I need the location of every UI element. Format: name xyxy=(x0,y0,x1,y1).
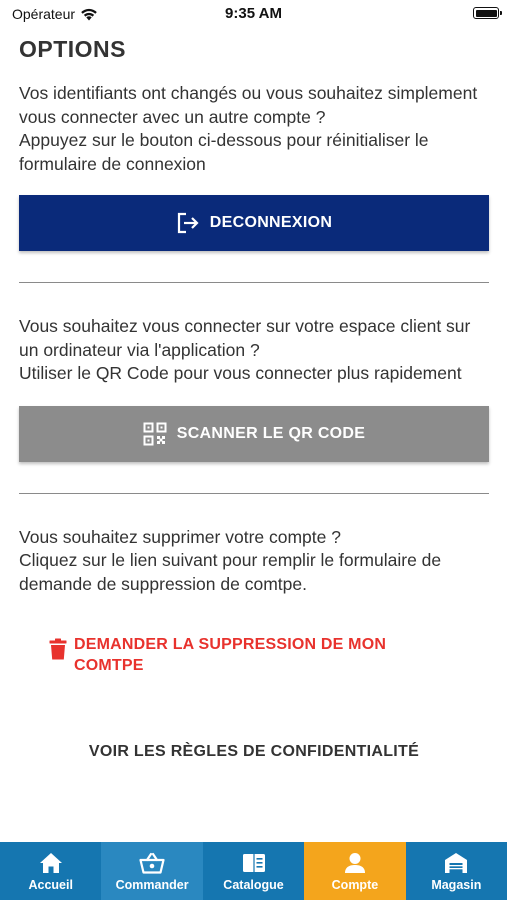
basket-icon xyxy=(139,852,165,874)
tab-label: Compte xyxy=(331,878,379,892)
battery-icon xyxy=(473,7,502,19)
delete-account-link[interactable]: DEMANDER LA SUPPRESSION DE MON COMTPE xyxy=(49,634,449,676)
delete-account-label: DEMANDER LA SUPPRESSION DE MON COMTPE xyxy=(74,636,387,674)
status-time: 9:35 AM xyxy=(225,5,282,22)
tab-accueil[interactable]: Accueil xyxy=(0,842,102,900)
tab-catalogue[interactable]: Catalogue xyxy=(202,842,305,900)
tab-bar: Accueil Commander Catalogue Compte Magas… xyxy=(0,842,507,900)
logout-description: Vos identifiants ont changés ou vous sou… xyxy=(19,82,489,176)
home-icon xyxy=(39,853,62,873)
qr-description: Vous souhaitez vous connecter sur votre … xyxy=(19,315,489,386)
logout-button[interactable]: DECONNEXION xyxy=(19,195,489,251)
qr-code-icon xyxy=(143,422,167,445)
delete-description: Vous souhaitez supprimer votre compte ? … xyxy=(19,526,489,597)
tab-compte[interactable]: Compte xyxy=(304,842,406,900)
logout-icon xyxy=(177,212,199,234)
tab-commander[interactable]: Commander xyxy=(101,842,203,900)
tab-magasin[interactable]: Magasin xyxy=(405,842,507,900)
scan-qr-button[interactable]: SCANNER LE QR CODE xyxy=(19,405,489,462)
status-bar: Opérateur 9:35 AM xyxy=(0,0,507,28)
divider xyxy=(19,492,489,494)
logout-button-label: DECONNEXION xyxy=(209,214,333,231)
tab-label: Magasin xyxy=(431,878,482,892)
store-icon xyxy=(445,853,468,873)
logout-description-text: Vos identifiants ont changés ou vous sou… xyxy=(19,83,478,174)
privacy-policy-link[interactable]: VOIR LES RÈGLES DE CONFIDENTIALITÉ xyxy=(19,743,489,761)
catalog-icon xyxy=(242,854,265,872)
options-content: OPTIONS Vos identifiants ont changés ou … xyxy=(19,30,489,761)
qr-description-text: Vous souhaitez vous connecter sur votre … xyxy=(19,316,471,383)
divider xyxy=(19,282,489,283)
user-icon xyxy=(344,853,365,873)
trash-icon xyxy=(49,638,67,660)
page-title: OPTIONS xyxy=(19,36,127,62)
scan-qr-button-label: SCANNER LE QR CODE xyxy=(176,424,366,442)
tab-label: Commander xyxy=(115,878,189,892)
tab-label: Accueil xyxy=(28,878,73,892)
delete-description-text: Vous souhaitez supprimer votre compte ? … xyxy=(19,526,442,594)
tab-label: Catalogue xyxy=(223,878,284,892)
